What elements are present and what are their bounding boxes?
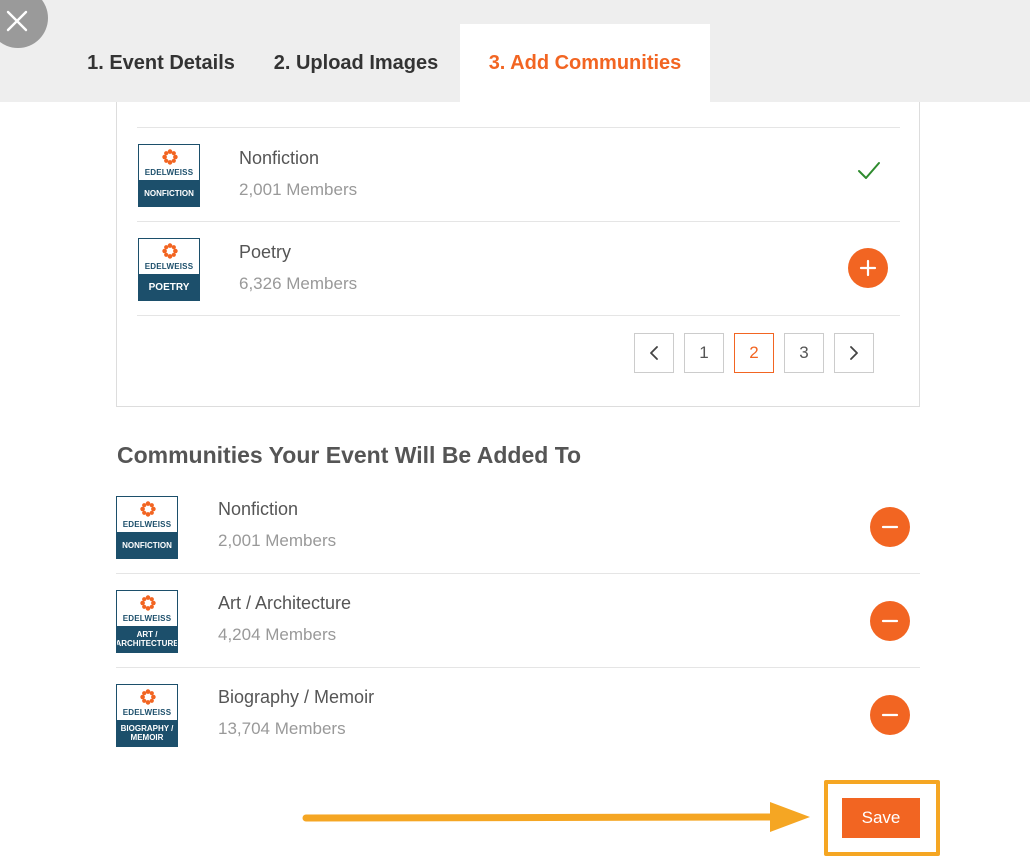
edelweiss-flower-icon bbox=[140, 689, 156, 705]
community-name: Nonfiction bbox=[218, 499, 299, 519]
close-icon bbox=[6, 10, 28, 32]
remove-community-button[interactable] bbox=[870, 695, 910, 735]
brand-text: EDELWEISS bbox=[122, 520, 172, 529]
page-button-3[interactable]: 3 bbox=[784, 333, 824, 373]
minus-icon bbox=[881, 619, 899, 623]
community-logo: EDELWEISS NONFICTION bbox=[138, 144, 200, 207]
remove-community-button[interactable] bbox=[870, 601, 910, 641]
chevron-right-icon bbox=[850, 346, 858, 360]
community-name: Biography / Memoir bbox=[218, 687, 375, 707]
community-name: Nonfiction bbox=[239, 148, 320, 168]
community-members: 4,204 Members bbox=[218, 625, 337, 644]
community-picker: EDELWEISS NONFICTION Nonfiction 2,001 Me… bbox=[116, 102, 920, 407]
wizard-header: 1. Event Details 2. Upload Images 3. Add… bbox=[0, 0, 1030, 102]
community-name: Poetry bbox=[239, 242, 292, 262]
community-members: 6,326 Members bbox=[239, 274, 358, 293]
added-row-biography-memoir: EDELWEISS BIOGRAPHY / MEMOIR Biography /… bbox=[116, 668, 920, 762]
community-name: Art / Architecture bbox=[218, 593, 352, 613]
close-button[interactable] bbox=[0, 0, 48, 48]
community-logo: EDELWEISS ART / ARCHITECTURE bbox=[116, 590, 178, 653]
tab-add-communities[interactable]: 3. Add Communities bbox=[460, 24, 710, 102]
logo-badge: NONFICTION bbox=[117, 532, 177, 558]
tab-label: 3. Add Communities bbox=[488, 51, 682, 74]
added-communities-list: EDELWEISS NONFICTION Nonfiction 2,001 Me… bbox=[116, 480, 920, 762]
check-icon bbox=[858, 162, 880, 179]
logo-badge: ART / ARCHITECTURE bbox=[117, 626, 177, 652]
page-button-1[interactable]: 1 bbox=[684, 333, 724, 373]
annotation-arrow bbox=[302, 802, 810, 832]
chevron-left-icon bbox=[650, 346, 658, 360]
save-button[interactable]: Save bbox=[842, 798, 920, 838]
community-logo: EDELWEISS POETRY bbox=[138, 238, 200, 301]
minus-icon bbox=[881, 525, 899, 529]
community-list: EDELWEISS NONFICTION Nonfiction 2,001 Me… bbox=[137, 127, 900, 316]
brand-text: EDELWEISS bbox=[144, 168, 194, 177]
tab-event-details[interactable]: 1. Event Details bbox=[72, 24, 250, 102]
added-row-art-architecture: EDELWEISS ART / ARCHITECTURE Art / Archi… bbox=[116, 574, 920, 668]
section-title: Communities Your Event Will Be Added To bbox=[117, 442, 582, 468]
logo-badge: BIOGRAPHY / MEMOIR bbox=[117, 720, 177, 746]
logo-badge: NONFICTION bbox=[139, 180, 199, 206]
community-logo: EDELWEISS BIOGRAPHY / MEMOIR bbox=[116, 684, 178, 747]
tab-label: 2. Upload Images bbox=[273, 51, 439, 74]
edelweiss-flower-icon bbox=[140, 595, 156, 611]
brand-text: EDELWEISS bbox=[122, 708, 172, 717]
community-members: 2,001 Members bbox=[218, 531, 337, 550]
tab-label: 1. Event Details bbox=[87, 51, 235, 74]
community-row-poetry: EDELWEISS POETRY Poetry 6,326 Members bbox=[137, 222, 900, 316]
edelweiss-flower-icon bbox=[162, 243, 178, 259]
edelweiss-flower-icon bbox=[140, 501, 156, 517]
prev-page-button[interactable] bbox=[634, 333, 674, 373]
plus-icon bbox=[859, 259, 877, 277]
brand-text: EDELWEISS bbox=[144, 262, 194, 271]
remove-community-button[interactable] bbox=[870, 507, 910, 547]
community-row-nonfiction: EDELWEISS NONFICTION Nonfiction 2,001 Me… bbox=[137, 128, 900, 222]
brand-text: EDELWEISS bbox=[122, 614, 172, 623]
next-page-button[interactable] bbox=[834, 333, 874, 373]
logo-badge: POETRY bbox=[139, 274, 199, 300]
community-logo: EDELWEISS NONFICTION bbox=[116, 496, 178, 559]
community-members: 2,001 Members bbox=[239, 180, 358, 199]
page-button-2[interactable]: 2 bbox=[734, 333, 774, 373]
added-row-nonfiction: EDELWEISS NONFICTION Nonfiction 2,001 Me… bbox=[116, 480, 920, 574]
minus-icon bbox=[881, 713, 899, 717]
edelweiss-flower-icon bbox=[162, 149, 178, 165]
add-community-button[interactable] bbox=[848, 248, 888, 288]
community-members: 13,704 Members bbox=[218, 719, 346, 738]
tab-upload-images[interactable]: 2. Upload Images bbox=[258, 24, 454, 102]
